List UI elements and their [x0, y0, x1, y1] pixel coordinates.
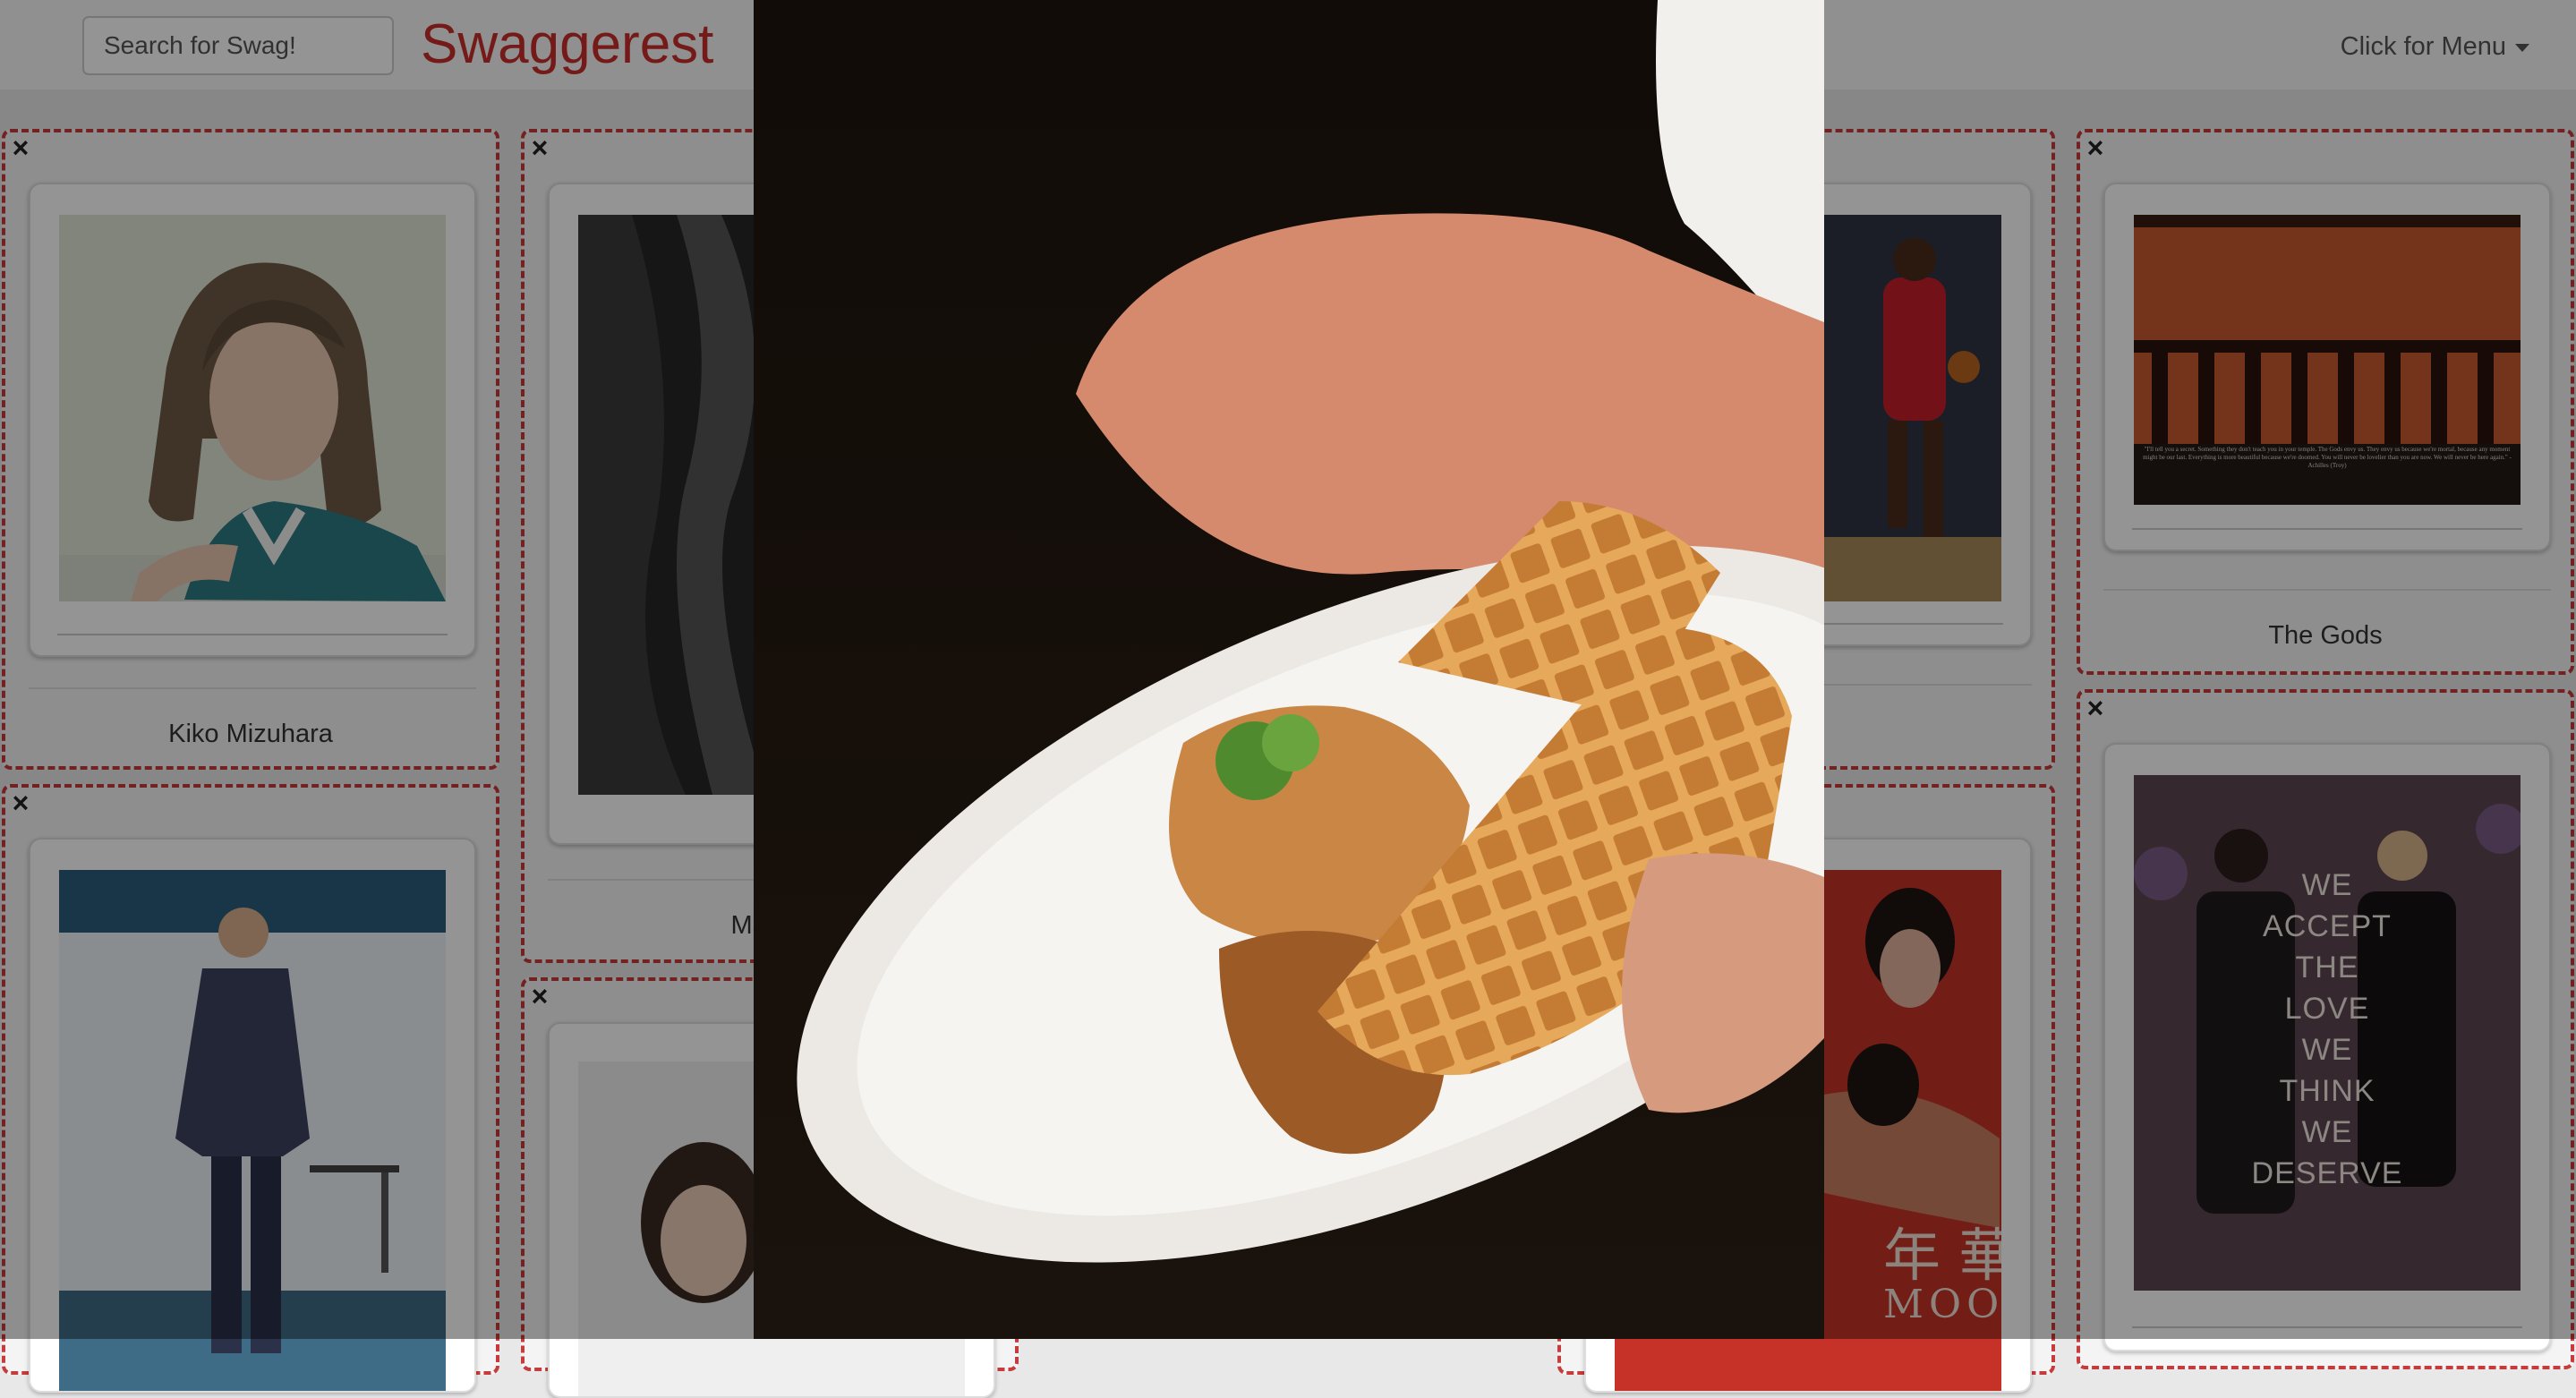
chicken-and-waffles-photo [754, 0, 1824, 1339]
lightbox-image[interactable] [754, 0, 1824, 1339]
